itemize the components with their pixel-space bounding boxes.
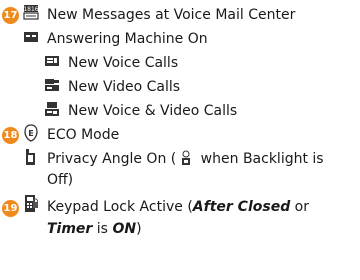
item-number-badge: 17	[2, 7, 19, 24]
voice-mail-center-icon: 1816	[23, 4, 39, 20]
eco-mode-label: ECO Mode	[47, 127, 120, 143]
keypad-lock-icon	[23, 195, 39, 212]
new-voice-video-call-icon	[44, 101, 60, 117]
svg-text:1816: 1816	[23, 6, 38, 13]
eco-mode-icon: E	[23, 124, 39, 142]
item-number-badge: 18	[2, 127, 19, 144]
new-voice-call-icon	[44, 53, 60, 69]
privacy-angle-label-line1: Privacy Angle On ( when Backlight is	[47, 150, 324, 167]
svg-text:E: E	[28, 129, 33, 138]
voice-mail-center-label: New Messages at Voice Mail Center	[47, 7, 296, 23]
keypad-lock-label-line2: Timer is ON)	[47, 221, 142, 237]
answering-machine-label: Answering Machine On	[47, 31, 208, 47]
keypad-lock-label-line1: Keypad Lock Active (After Closed or	[47, 199, 309, 215]
new-voice-video-calls-label: New Voice & Video Calls	[68, 103, 238, 119]
new-video-calls-label: New Video Calls	[68, 79, 181, 95]
privacy-angle-backlight-off-icon	[178, 150, 194, 166]
privacy-angle-icon	[23, 149, 39, 165]
answering-machine-icon	[23, 29, 39, 45]
privacy-angle-label-line2: Off)	[47, 172, 74, 188]
new-voice-calls-label: New Voice Calls	[68, 55, 179, 71]
new-video-call-icon	[44, 77, 60, 93]
item-number-badge: 19	[2, 200, 19, 217]
